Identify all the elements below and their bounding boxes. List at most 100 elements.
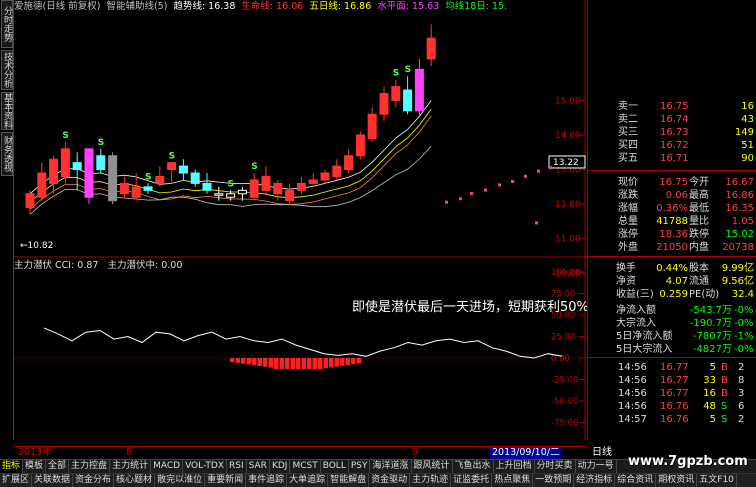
extension-tab-7[interactable]: 大单追踪 <box>287 474 329 487</box>
lurk-bar <box>307 358 312 369</box>
quote-separator <box>588 170 756 171</box>
extension-tab-13[interactable]: 一致预期 <box>533 474 575 487</box>
indicator-tab-4[interactable]: 主力统计 <box>110 460 152 473</box>
indicator-tab-13[interactable]: 海洋道涨 <box>370 460 412 473</box>
stat-value: 21050 <box>656 242 688 253</box>
lurk-bar <box>230 358 235 362</box>
tick-row: 14:57 16.76 5 S 2 <box>588 413 756 426</box>
signal-s-marker: S <box>393 69 399 79</box>
tick-side: S <box>721 401 728 412</box>
bid-label: 买三 <box>618 127 638 138</box>
extension-tab-16[interactable]: 期权资讯 <box>656 474 698 487</box>
tick-price: 16.76 <box>660 401 689 412</box>
extension-tab-5[interactable]: 重要新闻 <box>205 474 247 487</box>
low-price-label: ←10.82 <box>20 241 53 251</box>
lurk-bar <box>351 358 356 365</box>
candle-body <box>355 134 365 157</box>
indicator-tab-8[interactable]: SAR <box>247 460 270 473</box>
fund-value-2: 32.4 <box>731 289 754 300</box>
extension-tab-12[interactable]: 热点聚焦 <box>492 474 534 487</box>
order-row: 卖二 16.74 43 <box>588 113 756 126</box>
lurk-bar <box>257 358 262 366</box>
extension-tab-0[interactable]: 扩展区 <box>0 474 33 487</box>
indicator-tab-15[interactable]: 飞鱼出水 <box>453 460 494 473</box>
candle-body <box>426 37 436 60</box>
lurk-bar <box>345 358 350 365</box>
candle-body <box>167 162 177 171</box>
order-row: 买三 16.73 149 <box>588 126 756 139</box>
extension-tab-9[interactable]: 资金驱动 <box>369 474 411 487</box>
extension-tab-2[interactable]: 资金分布 <box>73 474 115 487</box>
bid-label: 买四 <box>618 140 638 151</box>
extension-tab-1[interactable]: 关联数据 <box>32 474 74 487</box>
extension-tab-8[interactable]: 智能解盘 <box>328 474 370 487</box>
stat-value-2: 1.05 <box>731 216 754 227</box>
indicator-tab-18[interactable]: 动力一号 <box>576 460 617 473</box>
candle-body <box>37 172 47 198</box>
indicator-tab-7[interactable]: RSI <box>227 460 247 473</box>
tab-finance[interactable]: 财务透视 <box>1 132 13 176</box>
extension-tab-15[interactable]: 综合资讯 <box>615 474 657 487</box>
indicator-tab-6[interactable]: VOL-TDX <box>183 460 228 473</box>
flow-pct: -0% <box>734 305 754 316</box>
extension-tab-4[interactable]: 散完以淮位 <box>155 474 206 487</box>
stat-label: 外盘 <box>618 242 638 253</box>
flow-value: -4827万 <box>692 344 732 355</box>
signal-s-marker: S <box>169 152 175 162</box>
lurk-bar <box>334 358 339 367</box>
lurk-bar <box>340 358 345 366</box>
candle-body <box>25 193 35 209</box>
candle-body <box>273 182 283 195</box>
lurk-bar <box>312 358 317 369</box>
extension-tab-10[interactable]: 主力轨迹 <box>410 474 452 487</box>
indicator-tab-3[interactable]: 主力控盘 <box>69 460 111 473</box>
sub-label: 主力潜伏中: 0.00 <box>107 260 183 271</box>
projection-dot <box>484 188 487 192</box>
indicator-tab-10[interactable]: MCST <box>290 460 321 473</box>
tab-basic-info[interactable]: 基本资料 <box>1 92 13 130</box>
trend-label: 趋势线: <box>173 1 206 12</box>
tick-row: 14:56 16.77 5 B 2 <box>588 361 756 374</box>
lurk-bar <box>285 358 290 369</box>
stat-row: 现价 16.75 今开 16.67 <box>588 176 756 189</box>
indicator-tab-1[interactable]: 模板 <box>23 460 47 473</box>
tab-timeshare[interactable]: 分时走势 <box>1 0 13 48</box>
stat-row: 外盘 21050 内盘 20738 <box>588 241 756 254</box>
stat-label: 总量 <box>618 216 638 227</box>
lurk-bar <box>246 358 251 365</box>
tick-price: 16.76 <box>660 414 689 425</box>
indicator-tab-11[interactable]: BOLL <box>321 460 349 473</box>
tick-count: 3 <box>738 388 745 399</box>
extension-tab-17[interactable]: 五文F10 <box>697 474 737 487</box>
signal-s-marker: S <box>228 179 234 189</box>
extension-tab-3[interactable]: 核心题材 <box>114 474 156 487</box>
lurk-bar <box>279 358 284 369</box>
candlestick-chart[interactable]: 15.0014.0013.0012.0011.0010.0013.22SSSSS… <box>14 0 587 440</box>
indicator-tab-5[interactable]: MACD <box>151 460 184 473</box>
bid-price: 16.74 <box>660 114 689 125</box>
stat-value: 18.36 <box>659 229 688 240</box>
indicator-tab-2[interactable]: 全部 <box>46 460 70 473</box>
indicator-tab-17[interactable]: 分时买卖 <box>535 460 576 473</box>
indicator-tab-0[interactable]: 指标 <box>0 460 24 473</box>
extension-tab-6[interactable]: 事件追踪 <box>246 474 288 487</box>
indicator-tab-9[interactable]: KDJ <box>270 460 291 473</box>
tick-time: 14:56 <box>618 362 647 373</box>
indicator-tab-16[interactable]: 上升回档 <box>494 460 535 473</box>
candle-body <box>296 182 306 191</box>
flow-value: -7807万 <box>692 331 732 342</box>
tab-technical[interactable]: 技术分析 <box>1 50 13 90</box>
candle-body <box>237 189 247 195</box>
indicator-tab-14[interactable]: 跟风统计 <box>412 460 453 473</box>
extension-tab-14[interactable]: 经济指标 <box>574 474 616 487</box>
flow-label: 大宗流入 <box>616 318 656 329</box>
quote-panel: 卖一 16.75 16 卖二 16.74 43 买三 16.73 149 买四 16.72 51 买五 1… <box>587 0 756 458</box>
tick-count: 8 <box>738 375 745 386</box>
cci-label: 主力潜伏 CCI: 0.87 <box>14 260 99 271</box>
sub-tick-label: -50.00 <box>551 397 578 407</box>
sub-tick-label: -25.00 <box>551 376 578 386</box>
flow-label: 5日大宗流入 <box>616 344 673 355</box>
stat-value: 0.06 <box>665 190 688 201</box>
extension-tab-11[interactable]: 证监委托 <box>451 474 493 487</box>
indicator-tab-12[interactable]: PSY <box>349 460 371 473</box>
